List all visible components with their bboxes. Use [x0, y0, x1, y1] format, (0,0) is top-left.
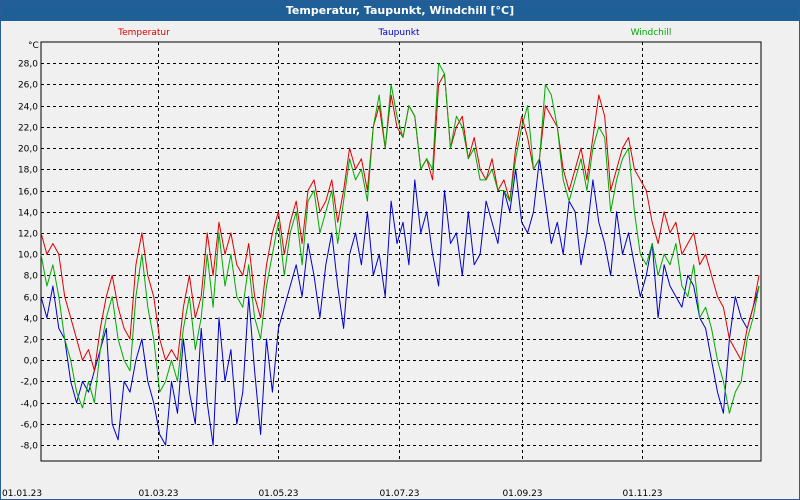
y-tick-label: 10,0	[18, 251, 38, 261]
y-tick-label: 2,0	[24, 336, 39, 346]
y-tick-label: 12,0	[18, 230, 38, 240]
y-tick-label: 6,0	[24, 294, 39, 304]
y-tick-label: 4,0	[24, 315, 39, 325]
legend-taupunkt: Taupunkt	[377, 28, 420, 38]
y-tick-label: -4,0	[20, 400, 38, 410]
y-axis-unit: °C	[28, 41, 39, 51]
x-tick-label: 01.05.23	[258, 489, 298, 499]
y-tick-label: 16,0	[18, 188, 38, 198]
window-title: Temperatur, Taupunkt, Windchill [°C]	[1, 1, 799, 21]
legend-windchill: Windchill	[631, 28, 672, 38]
y-tick-label: 22,0	[18, 124, 38, 134]
y-tick-label: 24,0	[18, 103, 38, 113]
y-tick-label: -6,0	[20, 421, 38, 431]
chart-window: Temperatur, Taupunkt, Windchill [°C] 28,…	[0, 0, 800, 500]
y-tick-label: -8,0	[20, 442, 38, 452]
y-tick-label: 28,0	[18, 60, 38, 70]
x-tick-label: 01.03.23	[138, 489, 178, 499]
x-tick-label: 01.11.23	[622, 489, 662, 499]
y-tick-label: 18,0	[18, 166, 38, 176]
y-tick-label: 26,0	[18, 81, 38, 91]
y-tick-label: -2,0	[20, 378, 38, 388]
x-tick-label: 01.09.23	[502, 489, 542, 499]
x-tick-label: 01.07.23	[379, 489, 419, 499]
legend-temperatur: Temperatur	[117, 28, 170, 38]
x-tick-label: 01.01.23	[2, 489, 42, 499]
y-tick-label: 0,0	[24, 357, 39, 367]
y-tick-label: 8,0	[24, 272, 39, 282]
y-tick-label: 20,0	[18, 145, 38, 155]
y-tick-label: 14,0	[18, 209, 38, 219]
chart-area: 28,0 26,0 24,0 22,0 20,0 18,0 16,0 14,0 12,0 10,0…	[2, 28, 762, 499]
